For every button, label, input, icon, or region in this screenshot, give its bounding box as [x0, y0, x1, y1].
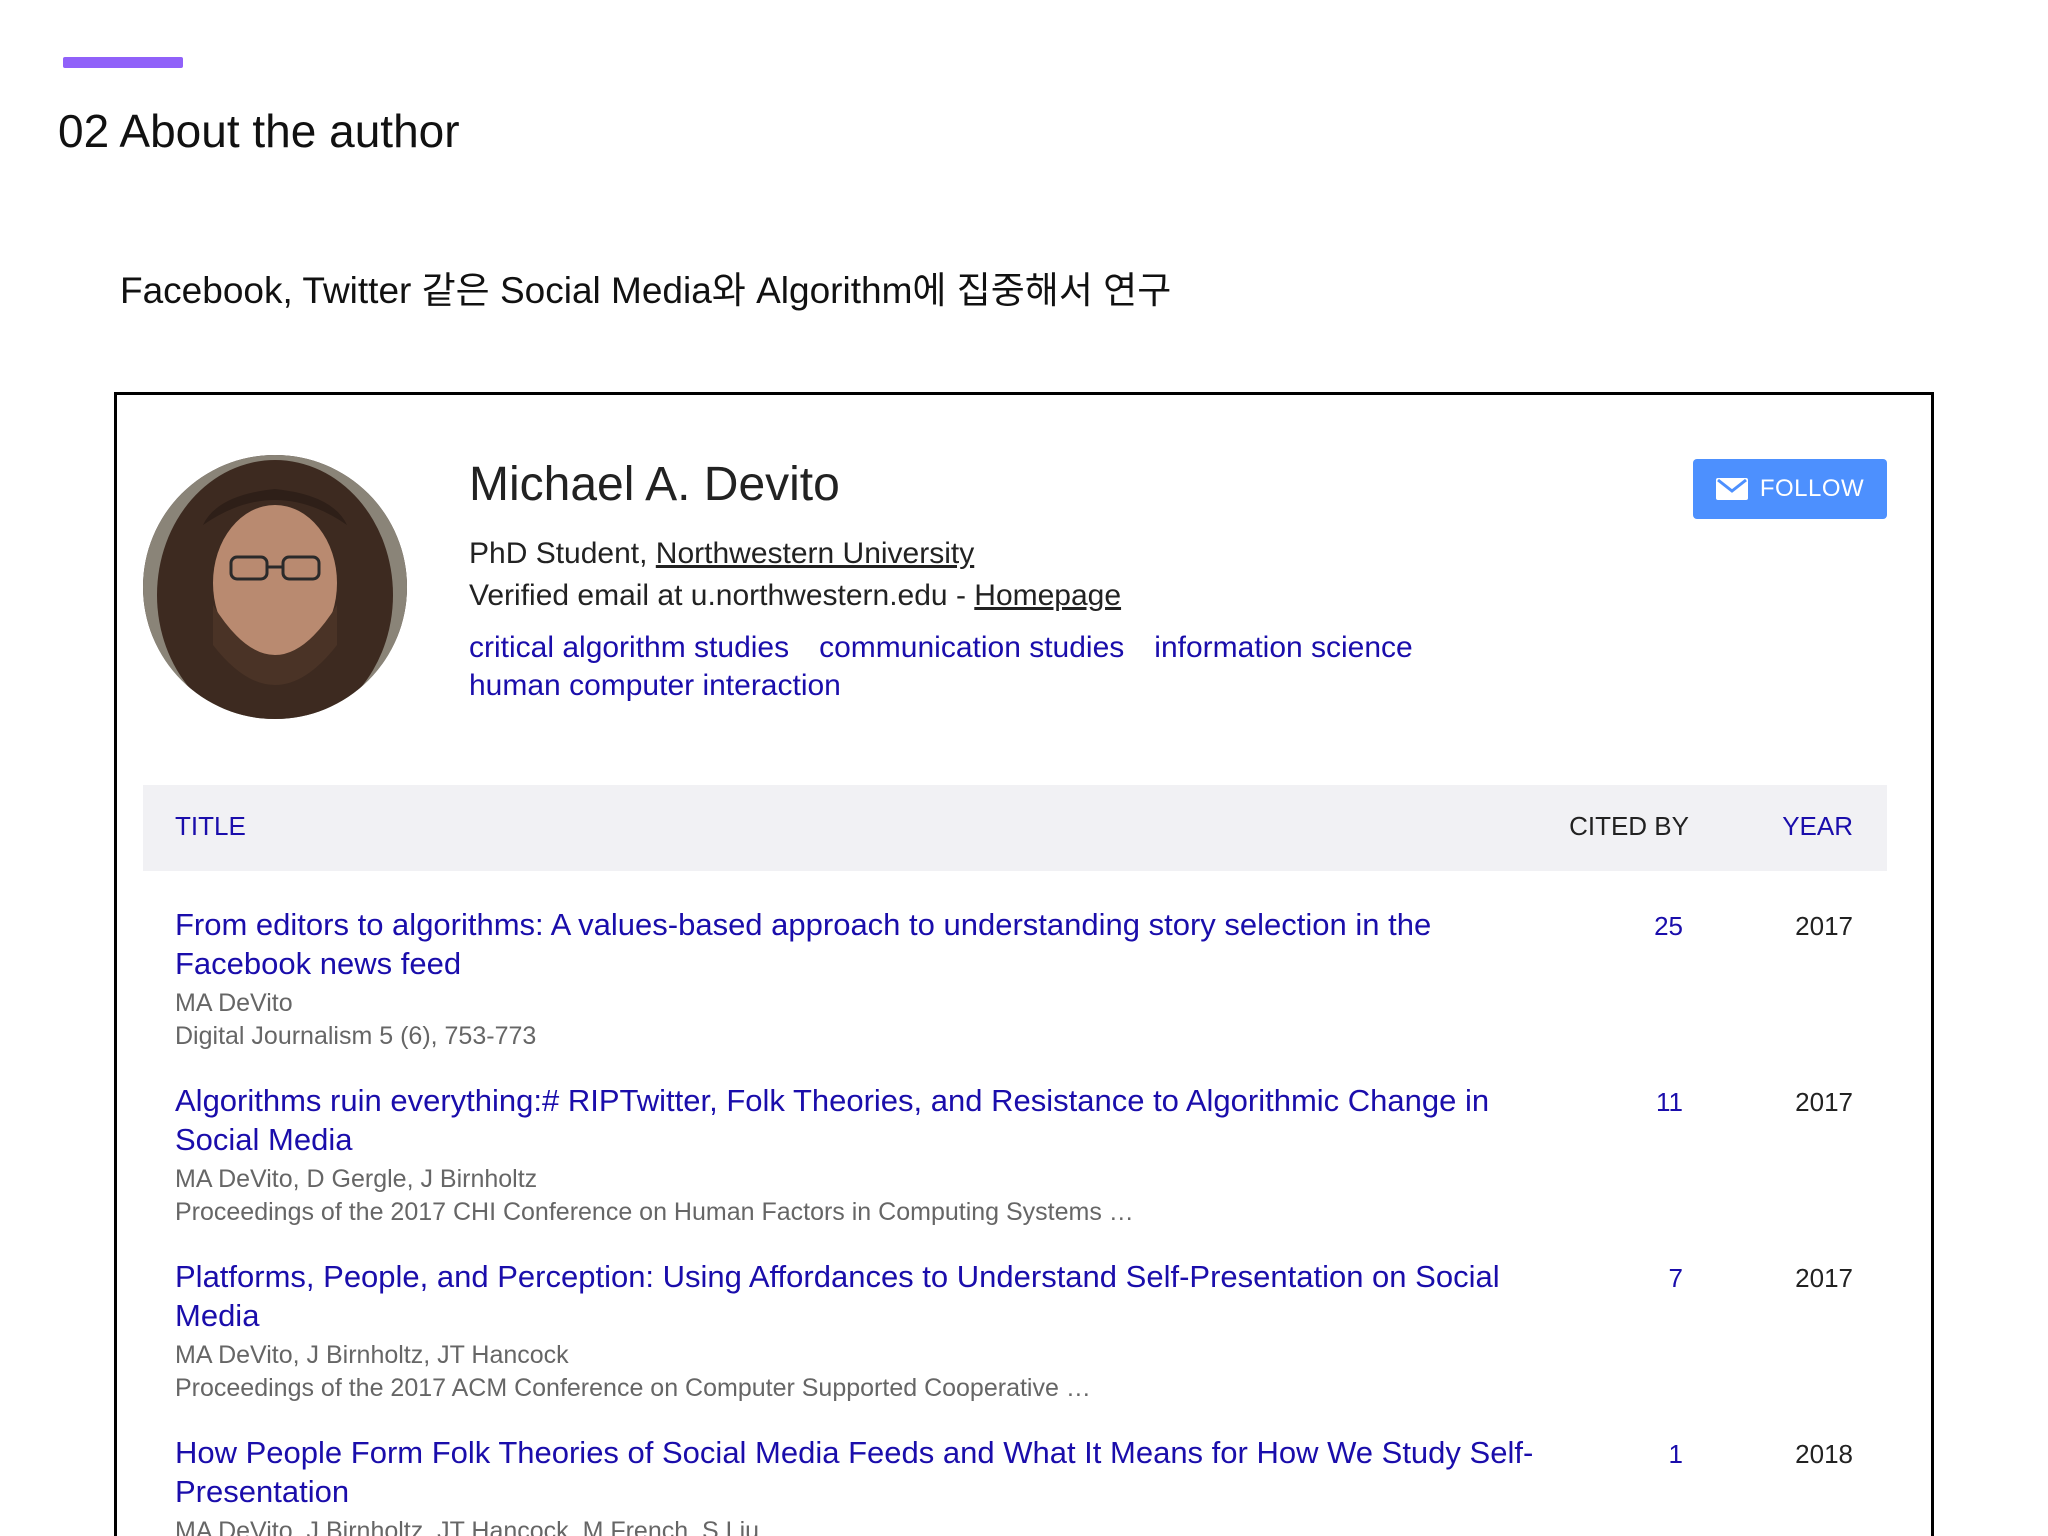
scholar-profile-screenshot: Michael A. Devito PhD Student, Northwest… [114, 392, 1934, 1536]
paper-year: 2017 [1795, 1087, 1853, 1117]
paper-venue: Proceedings of the 2017 ACM Conference o… [175, 1374, 1091, 1402]
follow-button[interactable]: FOLLOW [1693, 459, 1887, 519]
avatar [143, 455, 407, 719]
slide-subtitle: Facebook, Twitter 같은 Social Media와 Algor… [120, 270, 1172, 311]
cited-by-link[interactable]: 11 [1656, 1087, 1683, 1118]
column-header-year[interactable]: YEAR [1782, 811, 1853, 842]
follow-label: FOLLOW [1759, 475, 1865, 502]
paper-authors: MA DeVito, J Birnholtz, JT Hancock, M Fr… [175, 1517, 760, 1536]
interest-tags: critical algorithm studies communication … [469, 629, 1469, 705]
cited-by-link[interactable]: 25 [1654, 911, 1683, 942]
affiliation: PhD Student, Northwestern University [469, 537, 974, 571]
affiliation-link[interactable]: Northwestern University [656, 537, 974, 570]
tag-link[interactable]: communication studies [819, 629, 1124, 667]
tag-link[interactable]: information science [1154, 629, 1412, 667]
paper-year: 2017 [1795, 911, 1853, 941]
profile-name: Michael A. Devito [469, 458, 840, 511]
table-header: TITLE CITED BY YEAR [143, 785, 1887, 871]
paper-title-link[interactable]: From editors to algorithms: A values-bas… [175, 905, 1575, 983]
column-header-cited-by[interactable]: CITED BY [1569, 811, 1689, 842]
homepage-link[interactable]: Homepage [974, 579, 1121, 612]
paper-authors: MA DeVito, D Gergle, J Birnholtz [175, 1165, 538, 1193]
paper-year: 2018 [1795, 1439, 1853, 1469]
email-text: Verified email at u.northwestern.edu - [469, 579, 975, 612]
paper-year: 2017 [1795, 1263, 1853, 1293]
accent-bar [63, 57, 183, 68]
affiliation-prefix: PhD Student, [469, 537, 656, 570]
verified-email: Verified email at u.northwestern.edu - H… [469, 579, 1121, 613]
paper-authors: MA DeVito [175, 989, 293, 1017]
paper-venue: Digital Journalism 5 (6), 753-773 [175, 1022, 537, 1050]
tag-link[interactable]: human computer interaction [469, 667, 841, 705]
paper-title-link[interactable]: Algorithms ruin everything:# RIPTwitter,… [175, 1081, 1575, 1159]
tag-link[interactable]: critical algorithm studies [469, 629, 789, 667]
paper-title-link[interactable]: Platforms, People, and Perception: Using… [175, 1257, 1575, 1335]
paper-title-link[interactable]: How People Form Folk Theories of Social … [175, 1433, 1575, 1511]
cited-by-link[interactable]: 1 [1669, 1439, 1683, 1470]
slide-title: 02 About the author [58, 105, 460, 157]
cited-by-link[interactable]: 7 [1669, 1263, 1683, 1294]
avatar-portrait [143, 455, 407, 719]
column-header-title[interactable]: TITLE [175, 811, 246, 842]
paper-venue: Proceedings of the 2017 CHI Conference o… [175, 1198, 1134, 1226]
paper-authors: MA DeVito, J Birnholtz, JT Hancock [175, 1341, 569, 1369]
mail-icon [1715, 478, 1748, 500]
